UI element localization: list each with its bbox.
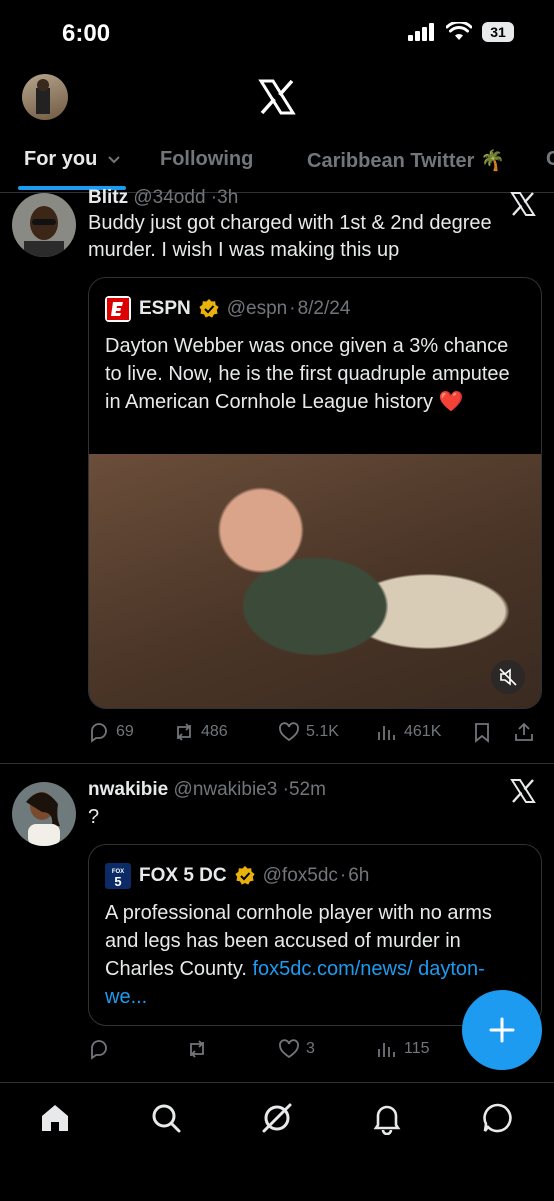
x-logo-icon[interactable] bbox=[510, 778, 536, 804]
repost-button[interactable] bbox=[186, 1038, 208, 1060]
espn-logo-icon bbox=[105, 296, 131, 322]
tweet-header: Blitz @34odd ·3h bbox=[88, 187, 238, 209]
tweet-header: nwakibie @nwakibie3 ·52m bbox=[88, 779, 326, 801]
author-avatar-image bbox=[12, 782, 76, 846]
mute-button[interactable] bbox=[491, 660, 525, 694]
compose-button[interactable] bbox=[462, 990, 542, 1070]
tab-following[interactable]: Following bbox=[160, 148, 253, 171]
wifi-icon bbox=[446, 22, 472, 40]
tweet-card[interactable]: Blitz @34odd ·3h Buddy just got charged … bbox=[0, 187, 554, 764]
tweet-actions: 69 486 5.1K 461K bbox=[88, 721, 540, 749]
status-icons: 31 bbox=[408, 22, 514, 42]
svg-text:5: 5 bbox=[114, 874, 121, 889]
verified-icon bbox=[199, 299, 219, 318]
separator-dot: · bbox=[289, 298, 296, 319]
views-button[interactable]: 115 bbox=[376, 1038, 430, 1060]
tab-for-you[interactable]: For you bbox=[24, 148, 121, 171]
signal-icon bbox=[408, 23, 434, 41]
like-icon bbox=[279, 722, 299, 742]
x-logo-icon bbox=[258, 79, 296, 115]
bookmark-button[interactable] bbox=[471, 721, 493, 743]
tab-overflow[interactable]: C bbox=[546, 148, 554, 171]
author-avatar-image bbox=[12, 193, 76, 257]
battery-indicator: 31 bbox=[482, 22, 514, 42]
quoted-tweet[interactable]: FOX 5 FOX 5 DC @fox5dc · 6h A professiona… bbox=[88, 844, 542, 1026]
view-count: 461K bbox=[404, 723, 442, 740]
mute-icon bbox=[499, 668, 517, 686]
quoted-author-handle: @fox5dc bbox=[262, 865, 338, 886]
like-button[interactable]: 3 bbox=[278, 1038, 315, 1060]
quoted-tweet-date: 8/2/24 bbox=[297, 298, 351, 319]
like-button[interactable]: 5.1K bbox=[278, 721, 339, 743]
quoted-author-name: ESPN bbox=[139, 298, 191, 319]
views-icon bbox=[378, 1043, 395, 1057]
quoted-tweet[interactable]: ESPN @espn · 8/2/24 Dayton Webber was on… bbox=[88, 277, 542, 709]
verified-icon bbox=[235, 866, 255, 885]
quoted-tweet-date: 6h bbox=[348, 865, 370, 886]
reply-icon bbox=[91, 723, 107, 743]
bottom-navigation bbox=[0, 1082, 554, 1201]
tweet-time: 52m bbox=[288, 779, 326, 800]
status-time: 6:00 bbox=[62, 20, 111, 47]
tweet-text: Buddy just got charged with 1st & 2nd de… bbox=[88, 212, 492, 261]
reply-button[interactable] bbox=[88, 1038, 110, 1060]
profile-avatar[interactable] bbox=[22, 74, 68, 120]
views-icon bbox=[378, 726, 395, 740]
like-count: 3 bbox=[306, 1040, 315, 1057]
fox5-logo-icon: FOX 5 bbox=[105, 863, 131, 889]
tweet-text: ? bbox=[88, 806, 100, 828]
like-icon bbox=[279, 1039, 299, 1059]
author-handle[interactable]: @nwakibie3 bbox=[174, 779, 278, 800]
separator-dot: · bbox=[339, 865, 347, 886]
author-name[interactable]: nwakibie bbox=[88, 779, 168, 800]
bookmark-icon bbox=[475, 723, 489, 743]
author-name[interactable]: Blitz bbox=[88, 187, 128, 208]
messages-icon[interactable] bbox=[481, 1101, 515, 1135]
home-icon[interactable] bbox=[38, 1101, 72, 1135]
views-button[interactable]: 461K bbox=[376, 721, 441, 743]
quoted-tweet-video[interactable] bbox=[89, 454, 541, 708]
reply-icon bbox=[91, 1040, 107, 1060]
reply-count: 69 bbox=[116, 723, 134, 740]
repost-count: 486 bbox=[201, 723, 228, 740]
avatar-image bbox=[36, 79, 50, 114]
tab-caribbean-twitter[interactable]: Caribbean Twitter 🌴 bbox=[307, 148, 505, 173]
author-avatar[interactable] bbox=[12, 193, 76, 257]
repost-icon bbox=[177, 723, 191, 741]
quoted-tweet-text: Dayton Webber was once given a 3% chance… bbox=[105, 335, 510, 413]
view-count: 115 bbox=[404, 1040, 430, 1057]
timeline-tabs: For you Following Caribbean Twitter 🌴 C bbox=[0, 140, 554, 193]
like-count: 5.1K bbox=[306, 723, 339, 740]
repost-icon bbox=[190, 1040, 204, 1058]
author-avatar[interactable] bbox=[12, 782, 76, 846]
chevron-down-icon bbox=[108, 156, 120, 164]
tweet-time: 3h bbox=[217, 187, 239, 208]
compose-icon bbox=[489, 1017, 515, 1043]
quoted-tweet-body: A professional cornhole player with no a… bbox=[105, 899, 515, 1011]
search-icon[interactable] bbox=[149, 1101, 183, 1135]
quoted-tweet-header: ESPN @espn · 8/2/24 bbox=[105, 296, 350, 322]
quoted-tweet-header: FOX 5 FOX 5 DC @fox5dc · 6h bbox=[105, 863, 369, 889]
quoted-author-name: FOX 5 DC bbox=[139, 865, 227, 886]
quoted-author-handle: @espn bbox=[226, 298, 288, 319]
repost-button[interactable]: 486 bbox=[173, 721, 228, 743]
author-handle[interactable]: @34odd bbox=[133, 187, 205, 208]
reply-button[interactable]: 69 bbox=[88, 721, 134, 743]
notifications-icon[interactable] bbox=[370, 1101, 404, 1135]
tab-for-you-label: For you bbox=[24, 148, 98, 170]
share-icon bbox=[515, 722, 533, 741]
share-button[interactable] bbox=[513, 721, 535, 743]
grok-icon[interactable] bbox=[260, 1101, 294, 1135]
